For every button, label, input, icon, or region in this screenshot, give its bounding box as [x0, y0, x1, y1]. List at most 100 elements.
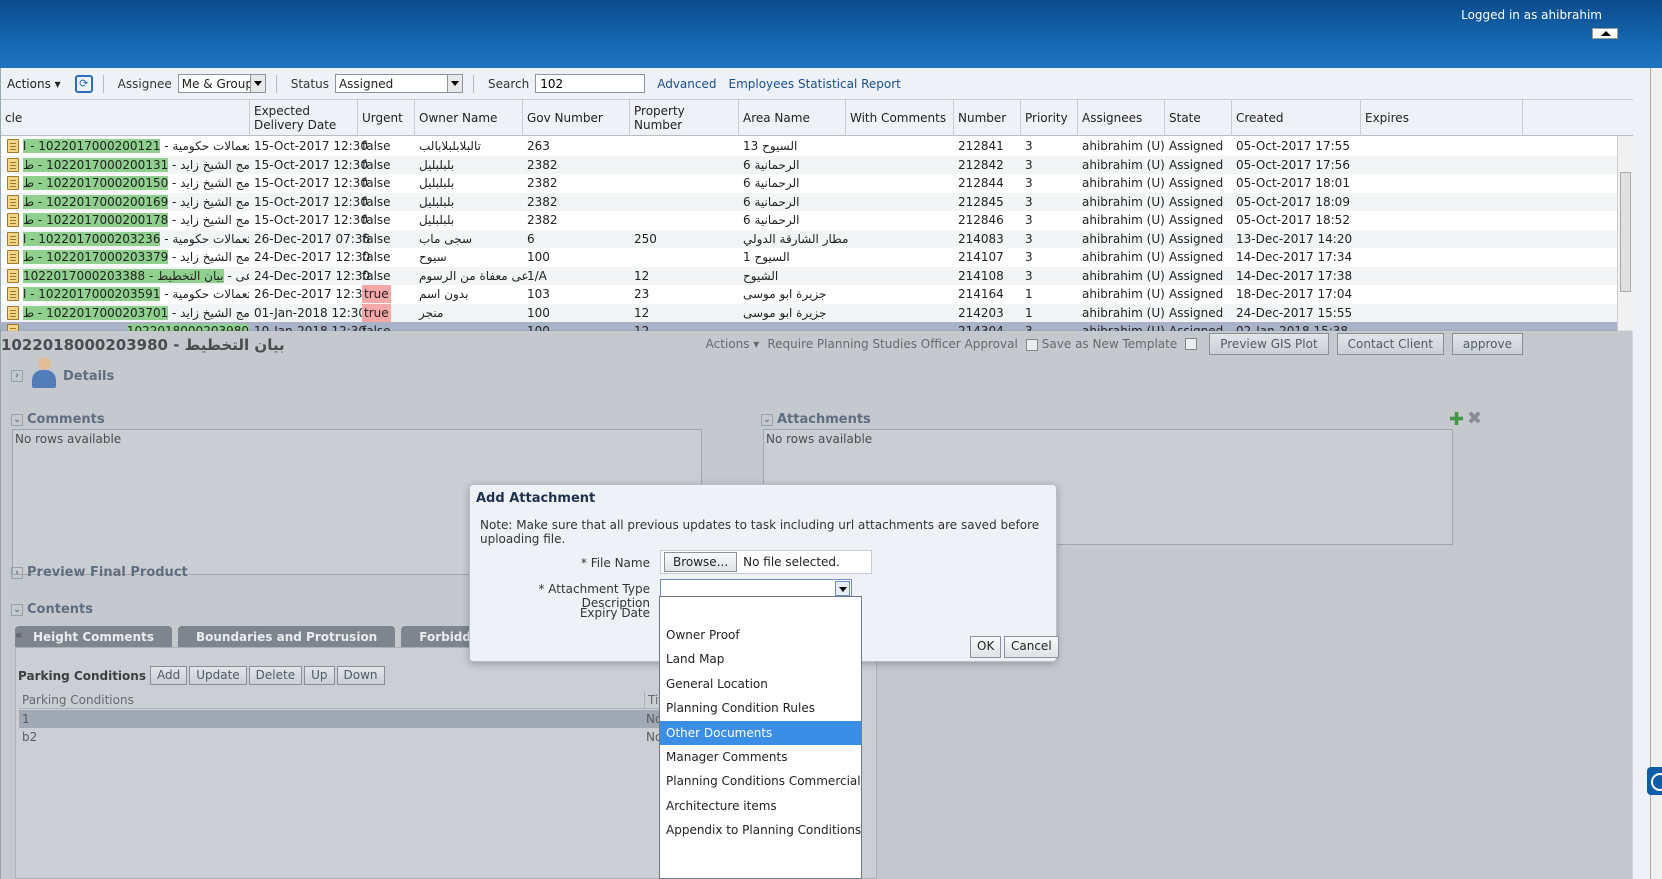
column-header-area-name[interactable]: Area Name [739, 100, 846, 136]
advanced-link[interactable]: Advanced [657, 77, 716, 91]
chevron-down-icon[interactable] [446, 75, 462, 92]
employees-report-link[interactable]: Employees Statistical Report [728, 77, 900, 91]
cell-owner-name: سيوح [419, 250, 447, 264]
app-header: Logged in as ahibrahim [0, 0, 1662, 68]
cell-priority: 3 [1025, 194, 1033, 209]
dropdown-option[interactable]: Other Documents [660, 720, 861, 745]
cell-state: Assigned [1169, 305, 1224, 320]
cell-owner-name: بدون اسم [419, 287, 469, 301]
dropdown-option[interactable]: Appendix to Planning Conditions [660, 818, 861, 842]
page-scrollbar[interactable] [1650, 68, 1662, 879]
refresh-icon[interactable]: ⟳ [74, 74, 93, 93]
cell-state: Assigned [1169, 287, 1224, 301]
dropdown-option[interactable]: Planning Conditions Commercial [660, 769, 861, 793]
cell-title[interactable]: برنامج الشيخ زايد - 1022017000200131 - ط [23, 156, 249, 174]
actions-menu[interactable]: Actions ▾ [7, 77, 61, 91]
column-header-priority[interactable]: Priority [1021, 100, 1078, 136]
column-header-gov-number[interactable]: Gov Number [523, 100, 630, 136]
column-header-property-number[interactable]: Property Number [630, 100, 739, 136]
table-row[interactable]: استعمالات حكومية - 1022017000200121 - ا 1… [1, 137, 1633, 156]
remote-support-icon[interactable] [1647, 767, 1662, 795]
cell-title[interactable]: برنامج الشيخ زايد - 1022017000203701 - ط [23, 304, 249, 322]
cell-property-number: 12 [634, 268, 650, 283]
cell-assignees: ahibrahim (U) [1082, 268, 1165, 283]
table-row[interactable]: برنامج الشيخ زايد - 1022017000203379 - ط… [1, 248, 1633, 267]
cell-property-number: 23 [634, 287, 650, 301]
cell-gov-number: 103 [527, 287, 550, 301]
dropdown-option[interactable]: Planning Condition Rules [660, 696, 861, 720]
browse-button[interactable]: Browse... [664, 552, 738, 572]
column-header-owner-name[interactable]: Owner Name [415, 100, 523, 136]
cell-property-number: 250 [634, 231, 657, 246]
cell-priority: 3 [1025, 139, 1033, 153]
cell-title[interactable]: برنامج الشيخ زايد - 1022017000200178 - ط [23, 211, 249, 229]
cell-title[interactable]: برنامج الشيخ زايد - 1022017000203379 - ط [23, 248, 249, 266]
column-header-number[interactable]: Number [954, 100, 1021, 136]
cell-created: 05-Oct-2017 18:52 [1236, 213, 1350, 227]
column-header-with-comments[interactable]: With Comments [846, 100, 954, 136]
dropdown-option[interactable]: General Location [660, 672, 861, 696]
cell-priority: 1 [1025, 305, 1033, 320]
cell-title[interactable]: استعمالات حكومية - 1022017000203236 - ا [23, 230, 249, 248]
cell-title[interactable]: استعمالات حكومية - 1022017000200121 - ا [23, 137, 249, 155]
chevron-down-icon[interactable] [835, 581, 850, 596]
cell-number: 214108 [958, 268, 1004, 283]
toolbar-separator [102, 74, 104, 93]
cell-title[interactable]: برنامج الشيخ زايد - 1022017000200169 - ط [23, 193, 249, 211]
column-header-assignees[interactable]: Assignees [1078, 100, 1165, 136]
cell-area-name: السيوح 1 [743, 250, 790, 264]
cell-title[interactable]: استعمالات حكومية - 1022017000203591 - ا [23, 285, 249, 303]
search-label: Search [487, 76, 530, 91]
scrollbar-thumb[interactable] [1620, 172, 1631, 292]
table-row[interactable]: برنامج الشيخ زايد - 1022017000200131 - ط… [1, 155, 1633, 174]
cell-number: 212845 [958, 194, 1004, 209]
status-select[interactable]: Assigned [334, 74, 463, 93]
cell-created: 18-Dec-2017 17:04 [1236, 287, 1353, 301]
table-row[interactable]: صناعى - بيان التخطيط - 1022017000203388 2… [1, 266, 1633, 285]
cell-priority: 1 [1025, 287, 1033, 301]
table-row[interactable]: استعمالات حكومية - 1022017000203236 - ا 2… [1, 229, 1633, 248]
ok-button[interactable]: OK [970, 636, 1002, 658]
cell-expected-delivery: 15-Oct-2017 12:30 [254, 194, 368, 209]
cell-owner-name: منجر [419, 305, 444, 320]
cancel-button[interactable]: Cancel [1004, 636, 1059, 658]
table-row[interactable]: برنامج الشيخ زايد - 1022017000200178 - ط… [1, 211, 1633, 230]
collapse-header-button[interactable] [1592, 28, 1618, 39]
table-row[interactable]: استعمالات حكومية - 1022017000203591 - ا 2… [1, 285, 1633, 304]
status-value: Assigned [338, 76, 394, 91]
cell-urgent: false [362, 176, 391, 190]
column-header-expires[interactable]: Expires [1361, 100, 1523, 136]
chevron-down-icon[interactable] [249, 75, 265, 92]
cell-title[interactable]: برنامج الشيخ زايد - 1022017000200150 - ط [23, 174, 249, 192]
assignee-select[interactable]: Me & Group [177, 74, 266, 93]
cell-gov-number: 2382 [527, 176, 558, 190]
cell-area-name: الرحمانية 6 [743, 176, 800, 190]
cell-expected-delivery: 26-Dec-2017 07:36 [254, 231, 371, 246]
table-row[interactable]: برنامج الشيخ زايد - 1022017000200169 - ط… [1, 192, 1633, 211]
table-row[interactable]: برنامج الشيخ زايد - 1022017000200150 - ط… [1, 174, 1633, 193]
dropdown-option[interactable]: Owner Proof [660, 623, 861, 647]
cell-state: Assigned [1169, 268, 1224, 283]
cell-number: 214203 [958, 305, 1004, 320]
cell-title[interactable]: صناعى - بيان التخطيط - 1022017000203388 [23, 267, 249, 285]
cell-assignees: ahibrahim (U) [1082, 305, 1165, 320]
column-header-created[interactable]: Created [1232, 100, 1361, 136]
column-header-title[interactable]: cle [1, 100, 250, 136]
dropdown-option[interactable] [660, 597, 861, 621]
column-header-expected-delivery[interactable]: Expected Delivery Date [250, 100, 358, 136]
column-header-state[interactable]: State [1165, 100, 1232, 136]
dropdown-option[interactable]: Architecture items [660, 794, 861, 818]
cell-property-number [630, 174, 634, 192]
table-scrollbar[interactable] [1617, 136, 1633, 363]
dropdown-option[interactable]: Manager Comments [660, 745, 861, 769]
cell-state: Assigned [1169, 231, 1224, 246]
task-table: cle Expected Delivery Date Urgent Owner … [1, 100, 1633, 363]
cell-gov-number: 100 [527, 250, 550, 264]
column-header-urgent[interactable]: Urgent [358, 100, 415, 136]
cell-area-name: جزيرة ابو موسى [743, 305, 827, 320]
cell-urgent: false [362, 250, 391, 264]
dropdown-option[interactable]: Land Map [660, 647, 861, 671]
search-input[interactable] [535, 74, 646, 93]
table-row[interactable]: برنامج الشيخ زايد - 1022017000203701 - ط… [1, 303, 1633, 322]
status-label: Status [290, 76, 329, 91]
